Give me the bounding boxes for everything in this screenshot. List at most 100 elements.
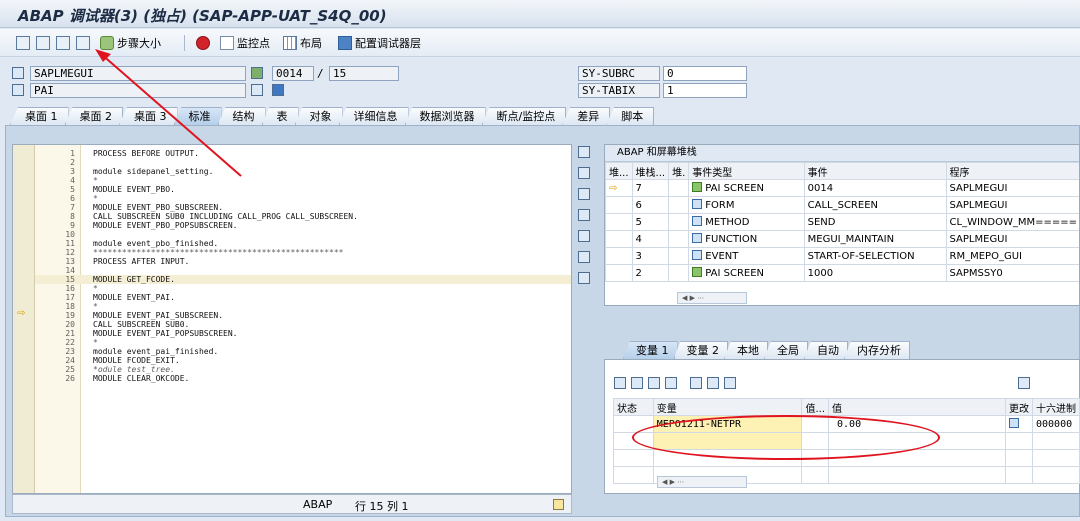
tab-memory-analysis[interactable]: 内存分析 <box>844 341 910 359</box>
tab-structure[interactable]: 结构 <box>217 107 266 125</box>
stack-row[interactable]: ⇨ 7 PAI SCREEN 0014 SAPLMEGUI <box>605 179 1079 197</box>
code-line[interactable]: 17 MODULE EVENT_PAI. <box>35 293 571 302</box>
code-line[interactable]: 6 * <box>35 194 571 203</box>
maximize-icon[interactable] <box>578 209 590 221</box>
code-line[interactable]: 10 <box>35 230 571 239</box>
stack-row[interactable]: 4 FUNCTION MEGUI_MAINTAIN SAPLMEGUI <box>605 230 1079 248</box>
line-total-field[interactable]: 15 <box>329 66 399 81</box>
code-line[interactable]: 24 MODULE FCODE_EXIT. <box>35 356 571 365</box>
sysvar1-value[interactable]: 0 <box>663 66 747 81</box>
stack-row[interactable]: 5 METHOD SEND CL_WINDOW_MM===== <box>605 213 1079 231</box>
col-hex[interactable]: 十六进制 <box>1032 398 1080 416</box>
col-variable[interactable]: 变量 <box>652 398 803 416</box>
col-event-type[interactable]: 事件类型 <box>688 162 805 180</box>
event-field[interactable]: PAI <box>30 83 246 98</box>
return-button[interactable] <box>56 34 70 52</box>
watchpoint-button[interactable]: 监控点 <box>220 34 270 52</box>
tab-details[interactable]: 详细信息 <box>338 107 409 125</box>
breakpoint-gutter[interactable] <box>13 145 35 493</box>
tab-variables-1[interactable]: 变量 1 <box>623 341 678 359</box>
tab-variables-2[interactable]: 变量 2 <box>673 341 728 359</box>
program-field[interactable]: SAPLMEGUI <box>30 66 246 81</box>
code-line[interactable]: 19 MODULE EVENT_PAI_SUBSCREEN. <box>35 311 571 320</box>
fullscreen-icon[interactable] <box>578 146 590 158</box>
col-status[interactable]: 状态 <box>613 398 654 416</box>
code-line[interactable]: 1 PROCESS BEFORE OUTPUT. <box>35 149 571 158</box>
col-stack-level[interactable]: 堆. <box>668 162 690 180</box>
swap-icon[interactable] <box>578 230 590 242</box>
services-icon[interactable] <box>578 251 590 263</box>
code-line[interactable]: 25 *odule test_tree. <box>35 365 571 374</box>
stop-button[interactable] <box>196 34 210 52</box>
col-program[interactable]: 程序 <box>945 162 1079 180</box>
col-value-hint[interactable]: 值... <box>801 398 830 416</box>
tab-global[interactable]: 全局 <box>764 341 808 359</box>
tab-data-browser[interactable]: 数据浏览器 <box>404 107 486 125</box>
code-line[interactable]: 15 MODULE GET_FCODE. <box>35 275 571 284</box>
tab-desktop-2[interactable]: 桌面 2 <box>64 107 123 125</box>
new-tool-icon[interactable] <box>578 167 590 179</box>
save-icon[interactable] <box>1018 377 1030 389</box>
tab-auto[interactable]: 自动 <box>804 341 848 359</box>
code-line[interactable]: 20 CALL SUBSCREEN SUB0. <box>35 320 571 329</box>
tab-desktop-1[interactable]: 桌面 1 <box>10 107 69 125</box>
code-line[interactable]: 26 MODULE CLEAR_OKCODE. <box>35 374 571 383</box>
tab-script[interactable]: 脚本 <box>606 107 655 125</box>
navigate-icon[interactable] <box>251 84 263 96</box>
config-layer-button[interactable]: 配置调试器层 <box>338 34 421 52</box>
tab-standard[interactable]: 标准 <box>173 107 222 125</box>
stack-row[interactable]: 6 FORM CALL_SCREEN SAPLMEGUI <box>605 196 1079 214</box>
step-into-button[interactable] <box>16 34 30 52</box>
delete-icon[interactable] <box>614 377 626 389</box>
tab-desktop-3[interactable]: 桌面 3 <box>119 107 178 125</box>
tab-breakpoints[interactable]: 断点/监控点 <box>481 107 567 125</box>
tab-objects[interactable]: 对象 <box>294 107 343 125</box>
tab-diff[interactable]: 差异 <box>562 107 611 125</box>
code-line[interactable]: 3 module sidepanel_setting. <box>35 167 571 176</box>
line-current-field[interactable]: 0014 <box>272 66 314 81</box>
col-event[interactable]: 事件 <box>803 162 947 180</box>
stack-row[interactable]: 3 EVENT START-OF-SELECTION RM_MEPO_GUI <box>605 247 1079 265</box>
export-icon[interactable] <box>707 377 719 389</box>
code-line[interactable]: 9 MODULE EVENT_PBO_POPSUBSCREEN. <box>35 221 571 230</box>
filter-icon[interactable] <box>690 377 702 389</box>
code-line[interactable]: 5 MODULE EVENT_PBO. <box>35 185 571 194</box>
code-line[interactable]: 13 PROCESS AFTER INPUT. <box>35 257 571 266</box>
code-line[interactable]: 22 * <box>35 338 571 347</box>
code-line[interactable]: 21 MODULE EVENT_PAI_POPSUBSCREEN. <box>35 329 571 338</box>
code-line[interactable]: 4 * <box>35 176 571 185</box>
stack-row[interactable]: 2 PAI SCREEN 1000 SAPMSSY0 <box>605 264 1079 282</box>
stack-hscroll[interactable]: ◀ ▶ ⋯ <box>677 292 747 304</box>
code-line[interactable]: 14 <box>35 266 571 275</box>
code-line[interactable]: 12 **************************************… <box>35 248 571 257</box>
step-over-button[interactable] <box>36 34 50 52</box>
replace-tool-icon[interactable] <box>578 188 590 200</box>
sysvar2-value[interactable]: 1 <box>663 83 747 98</box>
col-value[interactable]: 值 <box>828 398 1006 416</box>
notepad-icon[interactable] <box>553 499 564 510</box>
step-size-button[interactable]: 步骤大小 <box>100 34 161 52</box>
layout-button[interactable]: 布局 <box>283 34 322 52</box>
settings-icon[interactable] <box>578 272 590 284</box>
source-code-pane[interactable]: ⇨ 1 PROCESS BEFORE OUTPUT. 2 3 module sidepa… <box>12 144 572 494</box>
code-line[interactable]: 8 CALL SUBSCREEN SUB0 INCLUDING CALL_PROG… <box>35 212 571 221</box>
col-stack-mark[interactable]: 堆... <box>605 162 633 180</box>
code-line[interactable]: 7 MODULE EVENT_PBO_SUBSCREEN. <box>35 203 571 212</box>
pencil-icon[interactable] <box>1008 418 1019 428</box>
code-line[interactable]: 23 module event_pai_finished. <box>35 347 571 356</box>
variables-hscroll[interactable]: ◀ ▶ ⋯ <box>657 476 747 488</box>
col-stack-depth[interactable]: 堆栈... <box>631 162 670 180</box>
code-line[interactable]: 2 <box>35 158 571 167</box>
info-icon[interactable] <box>272 84 284 96</box>
code-line[interactable]: 18 * <box>35 302 571 311</box>
tab-local[interactable]: 本地 <box>724 341 768 359</box>
edit-cell[interactable] <box>1004 415 1034 433</box>
tab-table[interactable]: 表 <box>261 107 299 125</box>
import-icon[interactable] <box>724 377 736 389</box>
copy-icon[interactable] <box>648 377 660 389</box>
continue-button[interactable] <box>76 34 90 52</box>
code-line[interactable]: 16 * <box>35 284 571 293</box>
code-line[interactable]: 11 module event_pbo_finished. <box>35 239 571 248</box>
insert-icon[interactable] <box>631 377 643 389</box>
col-change[interactable]: 更改 <box>1004 398 1034 416</box>
